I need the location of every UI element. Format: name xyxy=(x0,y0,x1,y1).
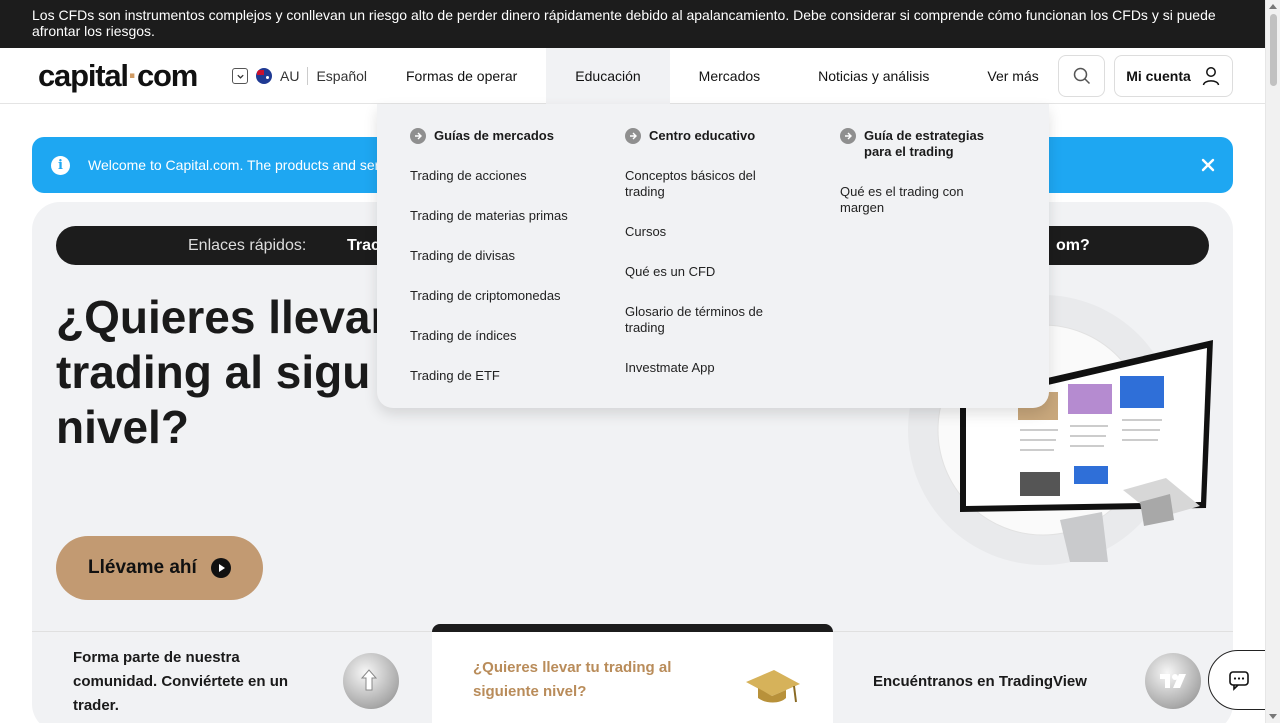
scroll-up-arrow-icon[interactable] xyxy=(1269,4,1277,9)
hero-title-line-3: nivel? xyxy=(56,401,189,453)
feature-cards: Forma parte de nuestra comunidad. Convié… xyxy=(32,624,1233,723)
menu-link-trading-con-margen[interactable]: Qué es el trading con margen xyxy=(840,184,990,216)
chat-icon xyxy=(1229,671,1249,691)
scrollbar-thumb[interactable] xyxy=(1270,14,1277,86)
nav-mercados[interactable]: Mercados xyxy=(670,48,789,104)
graduation-cap-icon xyxy=(746,670,800,703)
next-level-card[interactable]: ¿Quieres llevar tu trading al siguiente … xyxy=(432,624,833,723)
quick-link-first[interactable]: Trac xyxy=(347,237,380,255)
site-header: capital·com AU Español Formas de operar … xyxy=(0,48,1265,104)
my-account-label: Mi cuenta xyxy=(1126,68,1191,84)
info-icon: i xyxy=(51,156,70,175)
language-label[interactable]: Español xyxy=(316,68,367,84)
nav-noticias-y-analisis[interactable]: Noticias y análisis xyxy=(789,48,958,104)
scroll-down-arrow-icon[interactable] xyxy=(1269,714,1277,719)
menu-link-trading-indices[interactable]: Trading de índices xyxy=(410,328,570,344)
arrow-right-icon xyxy=(410,128,426,144)
menu-link-cursos[interactable]: Cursos xyxy=(625,224,785,240)
menu-link-trading-acciones[interactable]: Trading de acciones xyxy=(410,168,570,184)
risk-warning-banner: Los CFDs son instrumentos complejos y co… xyxy=(0,0,1265,48)
nav-educacion[interactable]: Educación xyxy=(546,48,670,104)
arrow-right-icon xyxy=(625,128,641,144)
logo-text-prefix: capital xyxy=(38,58,129,93)
menu-link-trading-etf[interactable]: Trading de ETF xyxy=(410,368,570,384)
user-icon xyxy=(1202,67,1220,86)
heading-label: Guías de mercados xyxy=(434,128,554,143)
region-code[interactable]: AU xyxy=(280,68,299,84)
dropdown-heading-strategy-guide[interactable]: Guía de estrategias para el trading xyxy=(840,128,1010,160)
tradingview-card[interactable]: Encuéntranos en TradingView xyxy=(833,632,1233,723)
cta-label: Llévame ahí xyxy=(88,557,197,578)
risk-warning-text: Los CFDs son instrumentos complejos y co… xyxy=(32,7,1216,39)
chevron-down-icon[interactable] xyxy=(232,68,248,84)
education-dropdown-menu: Guías de mercados Trading de acciones Tr… xyxy=(377,104,1049,408)
menu-link-conceptos-basicos[interactable]: Conceptos básicos del trading xyxy=(625,168,785,200)
chat-button[interactable] xyxy=(1208,650,1270,710)
arrow-right-icon xyxy=(840,128,856,144)
page-scrollbar[interactable] xyxy=(1265,0,1280,723)
menu-link-glosario[interactable]: Glosario de términos de trading xyxy=(625,304,785,336)
capital-com-logo[interactable]: capital·com xyxy=(38,58,198,94)
menu-link-que-es-un-cfd[interactable]: Qué es un CFD xyxy=(625,264,785,280)
heading-label: Guía de estrategias para el trading xyxy=(864,128,984,159)
menu-link-trading-materias-primas[interactable]: Trading de materias primas xyxy=(410,208,570,224)
play-arrow-icon xyxy=(210,558,231,578)
logo-text-suffix: com xyxy=(136,58,198,93)
tradingview-card-text: Encuéntranos en TradingView xyxy=(873,673,1087,690)
region-language-selector[interactable]: AU Español xyxy=(232,67,367,85)
dropdown-heading-market-guides[interactable]: Guías de mercados xyxy=(410,128,580,144)
australia-flag-icon xyxy=(256,68,272,84)
community-card[interactable]: Forma parte de nuestra comunidad. Convié… xyxy=(32,632,432,723)
logo-dot: · xyxy=(127,58,138,93)
community-icon xyxy=(343,653,399,709)
close-icon[interactable] xyxy=(1197,154,1219,176)
menu-link-trading-divisas[interactable]: Trading de divisas xyxy=(410,248,570,264)
welcome-text: Welcome to Capital.com. The products and… xyxy=(88,157,390,173)
take-me-there-button[interactable]: Llévame ahí xyxy=(56,536,263,600)
main-nav: Formas de operar Educación Mercados Noti… xyxy=(377,48,1068,104)
quick-link-last[interactable]: om? xyxy=(1056,237,1090,255)
dropdown-heading-education-center[interactable]: Centro educativo xyxy=(625,128,795,144)
my-account-button[interactable]: Mi cuenta xyxy=(1114,55,1233,97)
search-icon xyxy=(1073,67,1090,85)
divider xyxy=(307,67,309,85)
nav-formas-de-operar[interactable]: Formas de operar xyxy=(377,48,546,104)
quick-links-label: Enlaces rápidos: xyxy=(188,237,307,254)
search-button[interactable] xyxy=(1058,55,1105,97)
next-level-card-text: ¿Quieres llevar tu trading al siguiente … xyxy=(473,659,672,700)
menu-link-trading-criptomonedas[interactable]: Trading de criptomonedas xyxy=(410,288,570,304)
community-card-text: Forma parte de nuestra comunidad. Convié… xyxy=(73,649,289,714)
menu-link-investmate-app[interactable]: Investmate App xyxy=(625,360,785,376)
tradingview-icon xyxy=(1145,653,1201,709)
heading-label: Centro educativo xyxy=(649,128,756,143)
nav-ver-mas[interactable]: Ver más xyxy=(958,48,1067,104)
